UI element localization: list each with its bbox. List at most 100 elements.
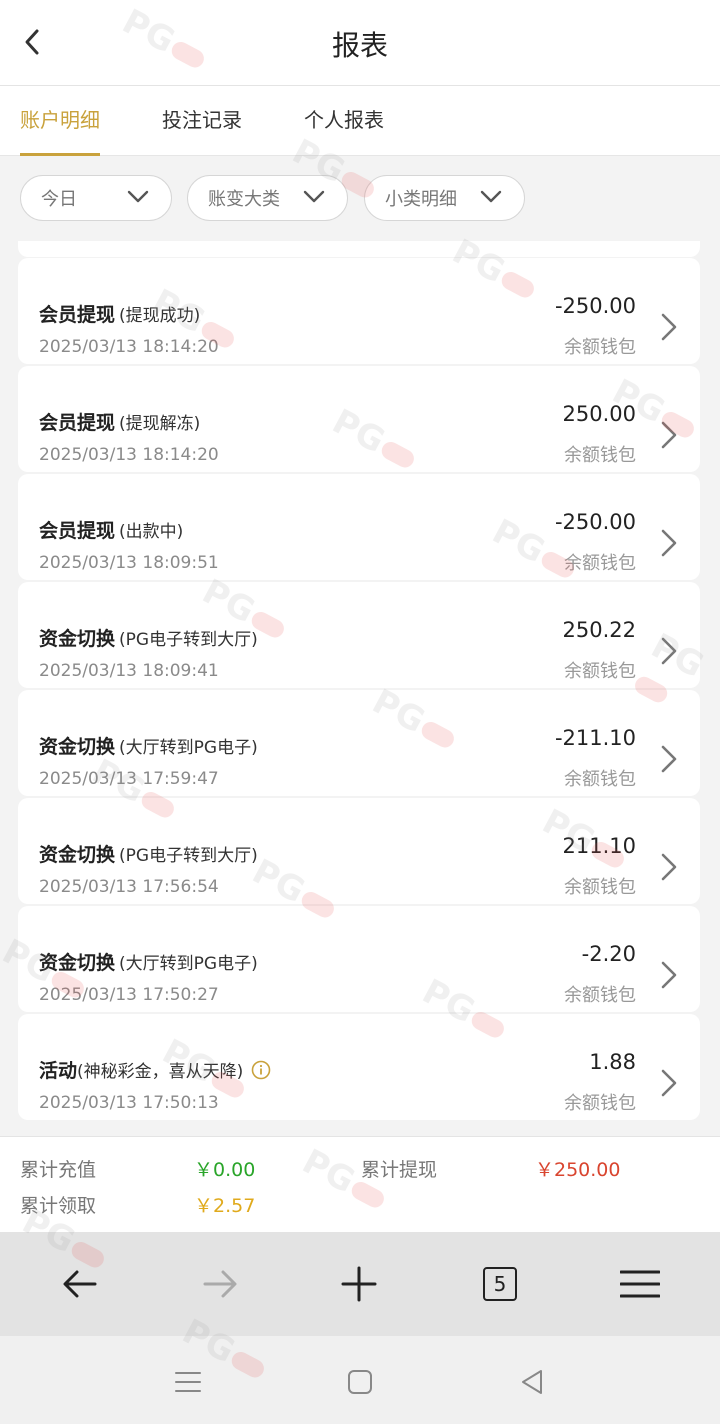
subcategory-filter-label: 小类明细 (385, 189, 457, 210)
list-item[interactable]: 会员提现 (出款中) 2025/03/13 18:09:51 -250.00 余额… (18, 474, 700, 580)
record-amount: 250.00 (562, 402, 636, 426)
partial-list-item (18, 241, 700, 257)
record-wallet: 余额钱包 (564, 337, 636, 358)
record-type: 资金切换 (大厅转到PG电子) (39, 736, 258, 758)
list-item[interactable]: 资金切换 (大厅转到PG电子) 2025/03/13 17:50:27 -2.20… (18, 906, 700, 1012)
total-withdraw-label: 累计提现 (361, 1159, 438, 1181)
record-type: 资金切换 (PG电子转到大厅) (39, 844, 258, 866)
chevron-right-icon (661, 529, 677, 557)
home-button[interactable] (338, 1360, 382, 1404)
chevron-down-icon (480, 190, 502, 203)
system-nav-bar (0, 1336, 720, 1424)
record-detail: (提现解冻) (119, 414, 201, 434)
record-detail: (神秘彩金，喜从天降) (77, 1062, 244, 1082)
record-time: 2025/03/13 17:50:13 (39, 1093, 219, 1113)
record-time: 2025/03/13 17:59:47 (39, 769, 219, 789)
record-amount: -2.20 (581, 942, 636, 966)
record-wallet: 余额钱包 (564, 769, 636, 790)
chevron-right-icon (661, 853, 677, 881)
list-item[interactable]: 会员提现 (提现成功) 2025/03/13 18:14:20 -250.00 余… (18, 258, 700, 364)
record-type: 会员提现 (提现解冻) (39, 412, 201, 434)
record-time: 2025/03/13 17:50:27 (39, 985, 219, 1005)
record-type: 活动(神秘彩金，喜从天降) (39, 1056, 271, 1083)
chevron-right-icon (661, 313, 677, 341)
record-amount: 211.10 (562, 834, 636, 858)
record-wallet: 余额钱包 (564, 661, 636, 682)
info-icon[interactable] (251, 1060, 271, 1080)
nav-back-icon (63, 1270, 97, 1298)
list-item[interactable]: 会员提现 (提现解冻) 2025/03/13 18:14:20 250.00 余额… (18, 366, 700, 472)
tab-personal-report[interactable]: 个人报表 (304, 104, 384, 156)
system-back-button[interactable] (510, 1360, 554, 1404)
list-item[interactable]: 资金切换 (PG电子转到大厅) 2025/03/13 18:09:41 250.2… (18, 582, 700, 688)
category-filter-label: 账变大类 (208, 189, 280, 210)
recents-button[interactable] (166, 1360, 210, 1404)
record-detail: (提现成功) (119, 306, 201, 326)
chevron-right-icon (661, 1069, 677, 1097)
chevron-right-icon (661, 421, 677, 449)
browser-forward-button[interactable] (190, 1254, 250, 1314)
chevron-right-icon (661, 745, 677, 773)
record-wallet: 余额钱包 (564, 553, 636, 574)
recents-icon (175, 1372, 201, 1392)
record-detail: (出款中) (119, 522, 184, 542)
menu-icon (620, 1270, 660, 1298)
subcategory-filter-dropdown[interactable]: 小类明细 (364, 175, 525, 221)
total-recharge-label: 累计充值 (20, 1159, 97, 1181)
filter-bar: 今日 账变大类 小类明细 (0, 157, 720, 241)
browser-toolbar: 5 (0, 1232, 720, 1336)
record-list[interactable]: 会员提现 (提现成功) 2025/03/13 18:14:20 -250.00 余… (0, 241, 720, 1135)
chevron-right-icon (661, 637, 677, 665)
record-time: 2025/03/13 18:09:41 (39, 661, 219, 681)
total-recharge-value: ￥0.00 (194, 1159, 256, 1181)
new-tab-icon (341, 1266, 377, 1302)
system-back-icon (522, 1370, 542, 1394)
record-type: 资金切换 (大厅转到PG电子) (39, 952, 258, 974)
total-claim-value: ￥2.57 (194, 1195, 256, 1217)
record-time: 2025/03/13 18:09:51 (39, 553, 219, 573)
date-filter-dropdown[interactable]: 今日 (20, 175, 172, 221)
record-type: 资金切换 (PG电子转到大厅) (39, 628, 258, 650)
chevron-right-icon (661, 961, 677, 989)
list-item[interactable]: 资金切换 (大厅转到PG电子) 2025/03/13 17:59:47 -211.… (18, 690, 700, 796)
record-detail: (PG电子转到大厅) (119, 630, 258, 650)
record-wallet: 余额钱包 (564, 445, 636, 466)
record-amount: -211.10 (554, 726, 636, 750)
record-time: 2025/03/13 18:14:20 (39, 337, 219, 357)
list-item[interactable]: 活动(神秘彩金，喜从天降) 2025/03/13 17:50:13 1.88 余… (18, 1014, 700, 1120)
tabs-button[interactable]: 5 (470, 1254, 530, 1314)
record-time: 2025/03/13 18:14:20 (39, 445, 219, 465)
date-filter-label: 今日 (41, 189, 77, 210)
category-filter-dropdown[interactable]: 账变大类 (187, 175, 348, 221)
new-tab-button[interactable] (329, 1254, 389, 1314)
browser-back-button[interactable] (50, 1254, 110, 1314)
app-header: 报表 (0, 0, 720, 86)
tab-bar: 账户明细 投注记录 个人报表 (0, 86, 720, 156)
browser-menu-button[interactable] (610, 1254, 670, 1314)
record-wallet: 余额钱包 (564, 985, 636, 1006)
tab-count: 5 (483, 1267, 517, 1301)
record-type: 会员提现 (出款中) (39, 520, 184, 542)
record-amount: -250.00 (554, 294, 636, 318)
tab-account-details[interactable]: 账户明细 (20, 104, 100, 156)
chevron-down-icon (127, 190, 149, 203)
total-withdraw-value: ￥250.00 (535, 1159, 621, 1181)
list-item[interactable]: 资金切换 (PG电子转到大厅) 2025/03/13 17:56:54 211.1… (18, 798, 700, 904)
nav-forward-icon (203, 1270, 237, 1298)
total-claim-label: 累计领取 (20, 1195, 97, 1217)
home-icon (348, 1370, 372, 1394)
page-title: 报表 (331, 29, 388, 62)
record-detail: (大厅转到PG电子) (119, 954, 258, 974)
record-amount: 250.22 (562, 618, 636, 642)
summary-panel: 累计充值 ￥0.00 累计提现 ￥250.00 累计领取 ￥2.57 (0, 1136, 720, 1232)
record-wallet: 余额钱包 (564, 1093, 636, 1114)
record-amount: -250.00 (554, 510, 636, 534)
record-amount: 1.88 (589, 1050, 636, 1074)
record-type: 会员提现 (提现成功) (39, 304, 201, 326)
record-wallet: 余额钱包 (564, 877, 636, 898)
tab-bet-records[interactable]: 投注记录 (162, 104, 242, 156)
record-detail: (大厅转到PG电子) (119, 738, 258, 758)
record-time: 2025/03/13 17:56:54 (39, 877, 219, 897)
record-detail: (PG电子转到大厅) (119, 846, 258, 866)
chevron-down-icon (303, 190, 325, 203)
